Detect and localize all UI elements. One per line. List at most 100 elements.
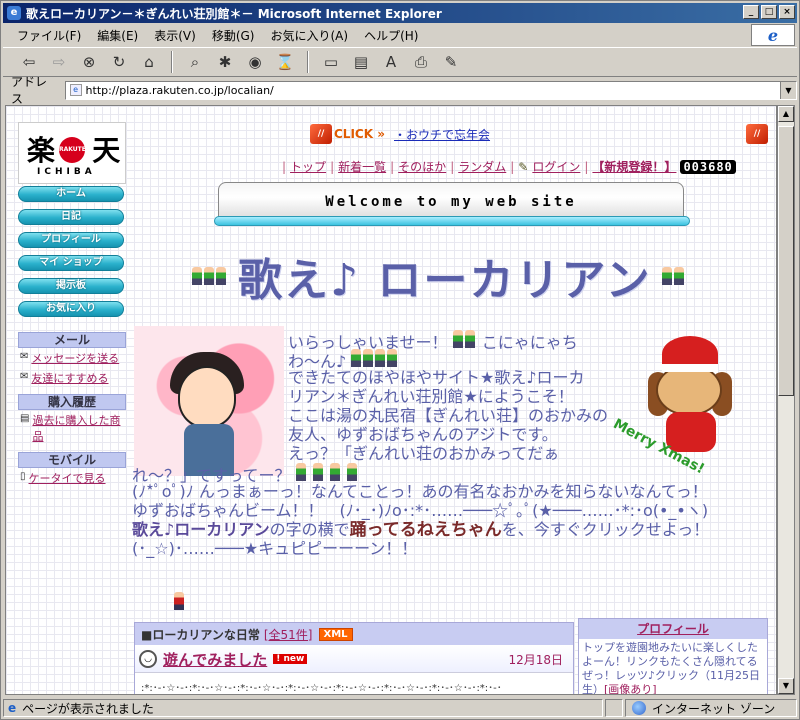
rakuten-logo[interactable]: 楽 天 RAKUTEN ICHIBA <box>18 122 126 184</box>
menu-help[interactable]: ヘルプ(H) <box>364 27 418 44</box>
click-label: CLICK » <box>334 127 385 141</box>
smiley-icon: ◡ <box>139 650 157 668</box>
site-title: 歌え♪ ローカリアン <box>238 255 652 306</box>
toplink-other[interactable]: そのほか <box>398 158 446 175</box>
profile-image-link[interactable]: [画像あり] <box>604 683 657 694</box>
title-bar: e 歌えローカリアン－＊ぎんれい荘別館＊－ Microsoft Internet… <box>3 3 797 23</box>
toplink-top[interactable]: トップ <box>290 158 326 175</box>
nav-diary[interactable]: 日記 <box>18 209 124 225</box>
toplink-random[interactable]: ランダム <box>458 158 506 175</box>
menu-bar: ファイル(F) 編集(E) 表示(V) 移動(G) お気に入り(A) ヘルプ(H… <box>3 25 797 45</box>
new-badge: ! new <box>273 654 308 664</box>
forward-arrow-icon[interactable]: ⇨ <box>47 51 71 73</box>
search-icon[interactable]: ⌕ <box>183 51 207 73</box>
nav-favorites[interactable]: お気に入り <box>18 301 124 317</box>
font-size-icon[interactable]: A <box>379 51 403 73</box>
dancing-girl-text[interactable]: 踊ってるねえちゃん <box>350 520 502 540</box>
nav-buttons: ホーム 日記 プロフィール マイ ショップ 掲示板 お気に入り <box>18 186 126 324</box>
sidebar: メール ✉ メッセージを送る ✉ 友達にすすめる 購入履歴 ▤ 過去に購入した商品 モ… <box>18 326 126 488</box>
toplink-login[interactable]: ログイン <box>532 158 580 175</box>
ichiba-text: ICHIBA <box>37 167 96 177</box>
welcome-banner: Welcome to my web site <box>214 182 690 226</box>
refresh-icon[interactable]: ↻ <box>107 51 131 73</box>
internet-zone-icon <box>632 701 646 715</box>
home-icon[interactable]: ⌂ <box>137 51 161 73</box>
menu-file[interactable]: ファイル(F) <box>17 27 81 44</box>
diary-header: ■ローカリアンな日常 [全51件] XML <box>135 623 573 645</box>
scroll-thumb[interactable] <box>778 126 794 396</box>
status-text: ページが表示されました <box>22 701 154 716</box>
toplink-register[interactable]: 【新規登録！】 <box>592 158 676 175</box>
diary-divider: :*:･-･☆･-･:*:･-･☆･-･:*:･-･☆･-･:*:･-･☆･-･… <box>141 683 502 694</box>
list-icon: ▤ <box>20 413 30 424</box>
fullscreen-icon[interactable]: ▭ <box>319 51 343 73</box>
media-icon[interactable]: ◉ <box>243 51 267 73</box>
favorites-icon[interactable]: ✱ <box>213 51 237 73</box>
page-icon: e <box>69 84 82 96</box>
banner-right-icon: // <box>746 124 768 144</box>
history-icon[interactable]: ⌛ <box>273 51 297 73</box>
xml-badge[interactable]: XML <box>318 627 353 641</box>
channels-icon[interactable]: ▤ <box>349 51 373 73</box>
status-page-icon: e <box>8 701 17 715</box>
window-title: 歌えローカリアン－＊ぎんれい荘別館＊－ Microsoft Internet E… <box>26 6 442 21</box>
scroll-down-icon[interactable]: ▼ <box>778 678 794 694</box>
ie-page-icon: e <box>7 6 21 20</box>
character-sprite-icon[interactable] <box>216 267 226 285</box>
menu-favorites[interactable]: お気に入り(A) <box>270 27 348 44</box>
diary-entry-title[interactable]: 遊んでみました <box>163 649 267 670</box>
banner-link[interactable]: ・おウチで忘年会 <box>394 126 490 143</box>
address-url: http://plaza.rakuten.co.jp/localian/ <box>85 83 274 97</box>
visit-counter: 003680 <box>680 159 736 174</box>
profile-heading-link[interactable]: プロフィール <box>637 622 709 636</box>
diary-panel: ■ローカリアンな日常 [全51件] XML ◡ 遊んでみました ! new 12… <box>134 622 574 694</box>
top-links: | トップ | 新着一覧 | そのほか | ランダム | ✎ ログイン | 【新規登録！】 0… <box>282 158 736 175</box>
close-button[interactable]: × <box>779 5 795 19</box>
nav-home[interactable]: ホーム <box>18 186 124 202</box>
mail-icon: ✉ <box>20 351 29 362</box>
character-sprite-icon[interactable] <box>192 267 202 285</box>
diary-heading: ■ローカリアンな日常 <box>141 627 260 642</box>
mail-icon: ✉ <box>20 371 29 382</box>
diary-entry-date: 12月18日 <box>508 652 563 667</box>
page-viewport: 楽 天 RAKUTEN ICHIBA ホーム 日記 プロフィール マイ ショップ… <box>5 105 777 695</box>
xmas-dog-illustration: Merry Xmas! <box>610 336 758 477</box>
nav-bbs[interactable]: 掲示板 <box>18 278 124 294</box>
menu-view[interactable]: 表示(V) <box>154 27 196 44</box>
click-banner: // CLICK » ・おウチで忘年会 // <box>306 122 770 148</box>
toplink-new[interactable]: 新着一覧 <box>338 158 386 175</box>
history-heading: 購入履歴 <box>18 394 126 410</box>
back-arrow-icon[interactable]: ⇦ <box>17 51 41 73</box>
character-sprite-icon[interactable] <box>204 267 214 285</box>
pencil-icon: ✎ <box>518 159 529 174</box>
mobile-link[interactable]: ケータイで見る <box>29 470 106 486</box>
edit-icon[interactable]: ✎ <box>439 51 463 73</box>
address-bar: アドレス e http://plaza.rakuten.co.jp/locali… <box>3 75 797 106</box>
stop-icon[interactable]: ⊗ <box>77 51 101 73</box>
small-character-icon[interactable] <box>174 592 184 610</box>
character-sprite-icon[interactable] <box>661 267 672 285</box>
past-items-link[interactable]: 過去に購入した商品 <box>32 412 126 444</box>
print-icon[interactable]: ⎙ <box>409 51 433 73</box>
send-message-link[interactable]: メッセージを送る <box>31 350 119 366</box>
menu-go[interactable]: 移動(G) <box>212 27 255 44</box>
mobile-phone-icon: ▯ <box>20 471 26 482</box>
site-title-row: 歌え♪ ローカリアン <box>192 246 712 306</box>
maximize-button[interactable]: □ <box>761 5 777 19</box>
vertical-scrollbar[interactable]: ▲ ▼ <box>777 105 795 695</box>
scroll-up-icon[interactable]: ▲ <box>778 106 794 122</box>
diary-count-link[interactable]: [全51件] <box>264 626 313 643</box>
address-dropdown-icon[interactable]: ▼ <box>780 81 796 99</box>
zone-text: インターネット ゾーン <box>652 701 776 716</box>
minimize-button[interactable]: _ <box>743 5 759 19</box>
menu-edit[interactable]: 編集(E) <box>97 27 138 44</box>
address-input[interactable]: e http://plaza.rakuten.co.jp/localian/ ▼ <box>64 80 797 100</box>
character-sprite-icon[interactable] <box>673 267 684 285</box>
status-bar: e ページが表示されました インターネット ゾーン <box>3 698 797 718</box>
intro-text: いらっしゃいませー！ こにゃにゃち わ～ん♪ できたてのほやほやサイト★歌え♪ロ… <box>132 330 709 558</box>
welcome-text: Welcome to my web site <box>218 182 684 220</box>
rakuten-dot: RAKUTEN <box>59 137 91 163</box>
nav-myshop[interactable]: マイ ショップ <box>18 255 124 271</box>
recommend-link[interactable]: 友達にすすめる <box>31 370 108 386</box>
nav-profile[interactable]: プロフィール <box>18 232 124 248</box>
